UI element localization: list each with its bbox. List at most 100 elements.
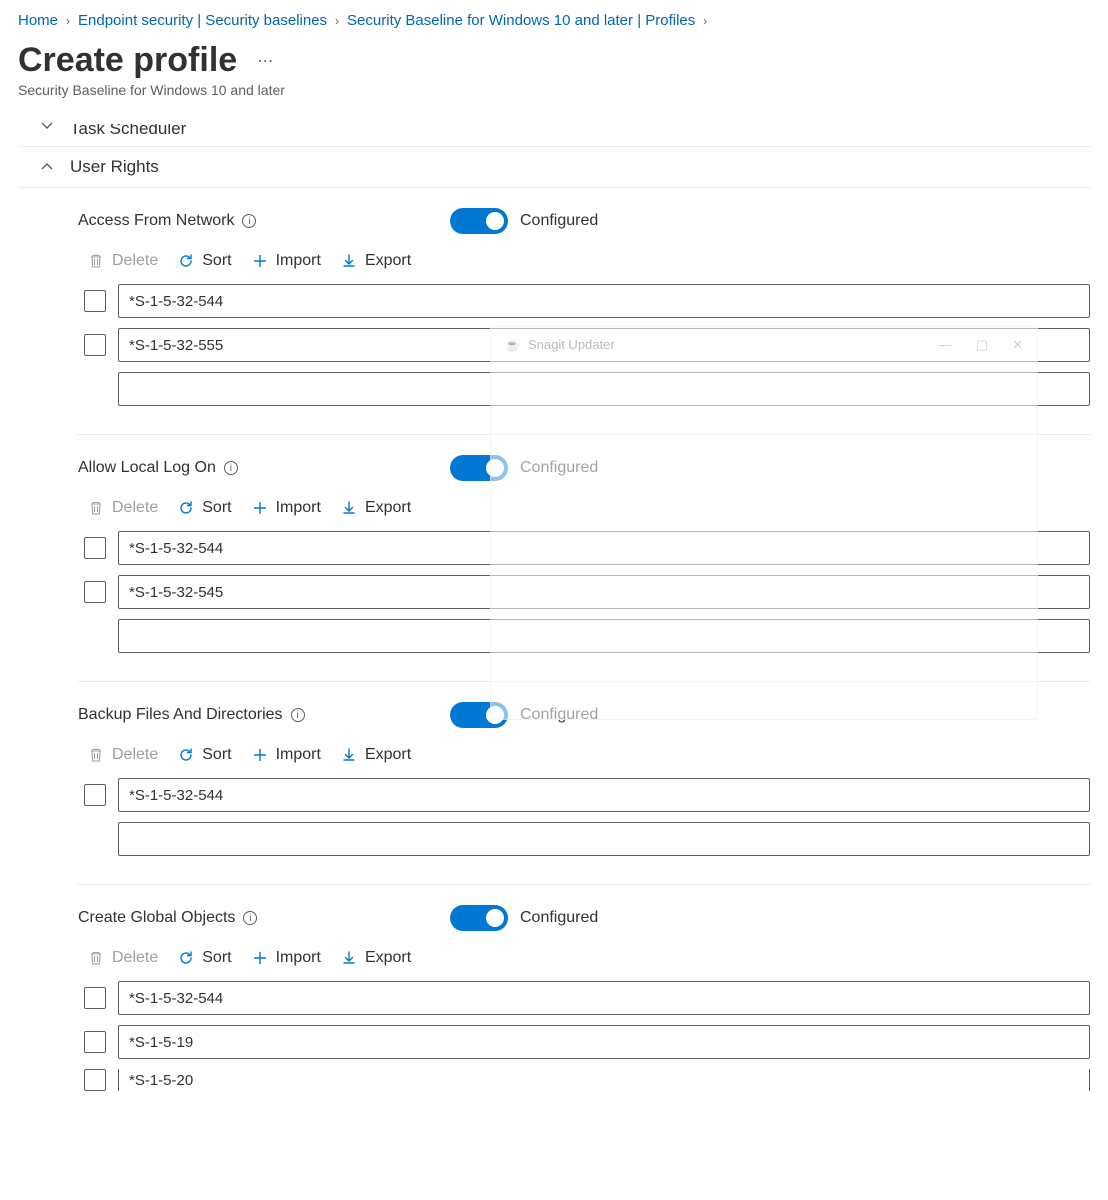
chevron-right-icon: › xyxy=(703,14,707,28)
delete-button[interactable]: Delete xyxy=(88,252,158,270)
setting-block: Backup Files And Directories i Configure… xyxy=(78,682,1090,885)
entry-input[interactable] xyxy=(118,328,1090,362)
plus-icon xyxy=(252,747,268,763)
setting-name: Access From Network xyxy=(78,212,234,230)
configured-toggle[interactable] xyxy=(450,208,508,234)
entry-checkbox[interactable] xyxy=(84,987,106,1009)
setting-name: Create Global Objects xyxy=(78,909,235,927)
import-button[interactable]: Import xyxy=(252,252,321,270)
export-label: Export xyxy=(365,252,411,270)
entry-input[interactable] xyxy=(118,1069,1090,1091)
delete-button[interactable]: Delete xyxy=(88,746,158,764)
setting-block: Allow Local Log On i Configured Delete S… xyxy=(78,435,1090,682)
delete-button[interactable]: Delete xyxy=(88,949,158,967)
entry-input[interactable] xyxy=(118,284,1090,318)
sort-label: Sort xyxy=(202,499,231,517)
refresh-icon xyxy=(178,747,194,763)
entry-checkbox[interactable] xyxy=(84,1069,106,1091)
entry-checkbox[interactable] xyxy=(84,290,106,312)
more-actions-button[interactable]: ⋯ xyxy=(257,51,275,71)
refresh-icon xyxy=(178,950,194,966)
entry-row xyxy=(78,1025,1090,1059)
sort-button[interactable]: Sort xyxy=(178,949,231,967)
chevron-right-icon: › xyxy=(335,14,339,28)
breadcrumb-home[interactable]: Home xyxy=(18,12,58,29)
section-label: User Rights xyxy=(70,157,159,177)
configured-toggle[interactable] xyxy=(450,905,508,931)
entry-row-empty xyxy=(78,619,1090,653)
delete-label: Delete xyxy=(112,746,158,764)
download-icon xyxy=(341,747,357,763)
breadcrumb-endpoint-security[interactable]: Endpoint security | Security baselines xyxy=(78,12,327,29)
entry-input[interactable] xyxy=(118,1025,1090,1059)
entry-input-empty[interactable] xyxy=(118,619,1090,653)
sort-button[interactable]: Sort xyxy=(178,499,231,517)
toggle-label: Configured xyxy=(520,212,598,230)
section-user-rights[interactable]: User Rights xyxy=(18,147,1090,188)
export-button[interactable]: Export xyxy=(341,252,411,270)
refresh-icon xyxy=(178,500,194,516)
entry-row xyxy=(78,575,1090,609)
delete-button[interactable]: Delete xyxy=(88,499,158,517)
delete-label: Delete xyxy=(112,949,158,967)
plus-icon xyxy=(252,950,268,966)
delete-icon xyxy=(88,253,104,269)
configured-toggle[interactable] xyxy=(450,702,508,728)
delete-icon xyxy=(88,500,104,516)
entry-row xyxy=(78,328,1090,362)
entry-row xyxy=(78,778,1090,812)
entry-checkbox[interactable] xyxy=(84,1031,106,1053)
entry-input[interactable] xyxy=(118,778,1090,812)
import-label: Import xyxy=(276,746,321,764)
download-icon xyxy=(341,950,357,966)
entry-input-empty[interactable] xyxy=(118,822,1090,856)
info-icon[interactable]: i xyxy=(242,214,256,228)
entry-checkbox[interactable] xyxy=(84,537,106,559)
toggle-label: Configured xyxy=(520,459,598,477)
sort-label: Sort xyxy=(202,949,231,967)
import-button[interactable]: Import xyxy=(252,746,321,764)
export-button[interactable]: Export xyxy=(341,746,411,764)
section-task-scheduler[interactable]: Task Scheduler xyxy=(18,106,1090,147)
entry-row xyxy=(78,284,1090,318)
configured-toggle[interactable] xyxy=(450,455,508,481)
page-title: Create profile xyxy=(18,41,237,80)
refresh-icon xyxy=(178,253,194,269)
export-label: Export xyxy=(365,746,411,764)
info-icon[interactable]: i xyxy=(243,911,257,925)
entry-checkbox[interactable] xyxy=(84,334,106,356)
info-icon[interactable]: i xyxy=(224,461,238,475)
delete-label: Delete xyxy=(112,499,158,517)
setting-name: Allow Local Log On xyxy=(78,459,216,477)
entry-input[interactable] xyxy=(118,531,1090,565)
entry-input-empty[interactable] xyxy=(118,372,1090,406)
toggle-label: Configured xyxy=(520,909,598,927)
setting-name: Backup Files And Directories xyxy=(78,706,283,724)
import-button[interactable]: Import xyxy=(252,499,321,517)
entry-checkbox[interactable] xyxy=(84,581,106,603)
import-button[interactable]: Import xyxy=(252,949,321,967)
chevron-right-icon: › xyxy=(66,14,70,28)
entry-checkbox[interactable] xyxy=(84,784,106,806)
sort-label: Sort xyxy=(202,746,231,764)
setting-block: Create Global Objects i Configured Delet… xyxy=(78,885,1090,1091)
sort-button[interactable]: Sort xyxy=(178,746,231,764)
import-label: Import xyxy=(276,252,321,270)
delete-icon xyxy=(88,747,104,763)
export-label: Export xyxy=(365,499,411,517)
info-icon[interactable]: i xyxy=(291,708,305,722)
chevron-down-icon xyxy=(40,119,54,133)
entry-input[interactable] xyxy=(118,981,1090,1015)
breadcrumb-baseline-profiles[interactable]: Security Baseline for Windows 10 and lat… xyxy=(347,12,695,29)
plus-icon xyxy=(252,500,268,516)
entry-row xyxy=(78,531,1090,565)
export-button[interactable]: Export xyxy=(341,499,411,517)
sort-button[interactable]: Sort xyxy=(178,252,231,270)
entry-input[interactable] xyxy=(118,575,1090,609)
page-subtitle: Security Baseline for Windows 10 and lat… xyxy=(18,82,1090,98)
sort-label: Sort xyxy=(202,252,231,270)
export-button[interactable]: Export xyxy=(341,949,411,967)
delete-label: Delete xyxy=(112,252,158,270)
breadcrumb: Home › Endpoint security | Security base… xyxy=(18,12,1090,29)
section-label: Task Scheduler xyxy=(70,119,186,139)
